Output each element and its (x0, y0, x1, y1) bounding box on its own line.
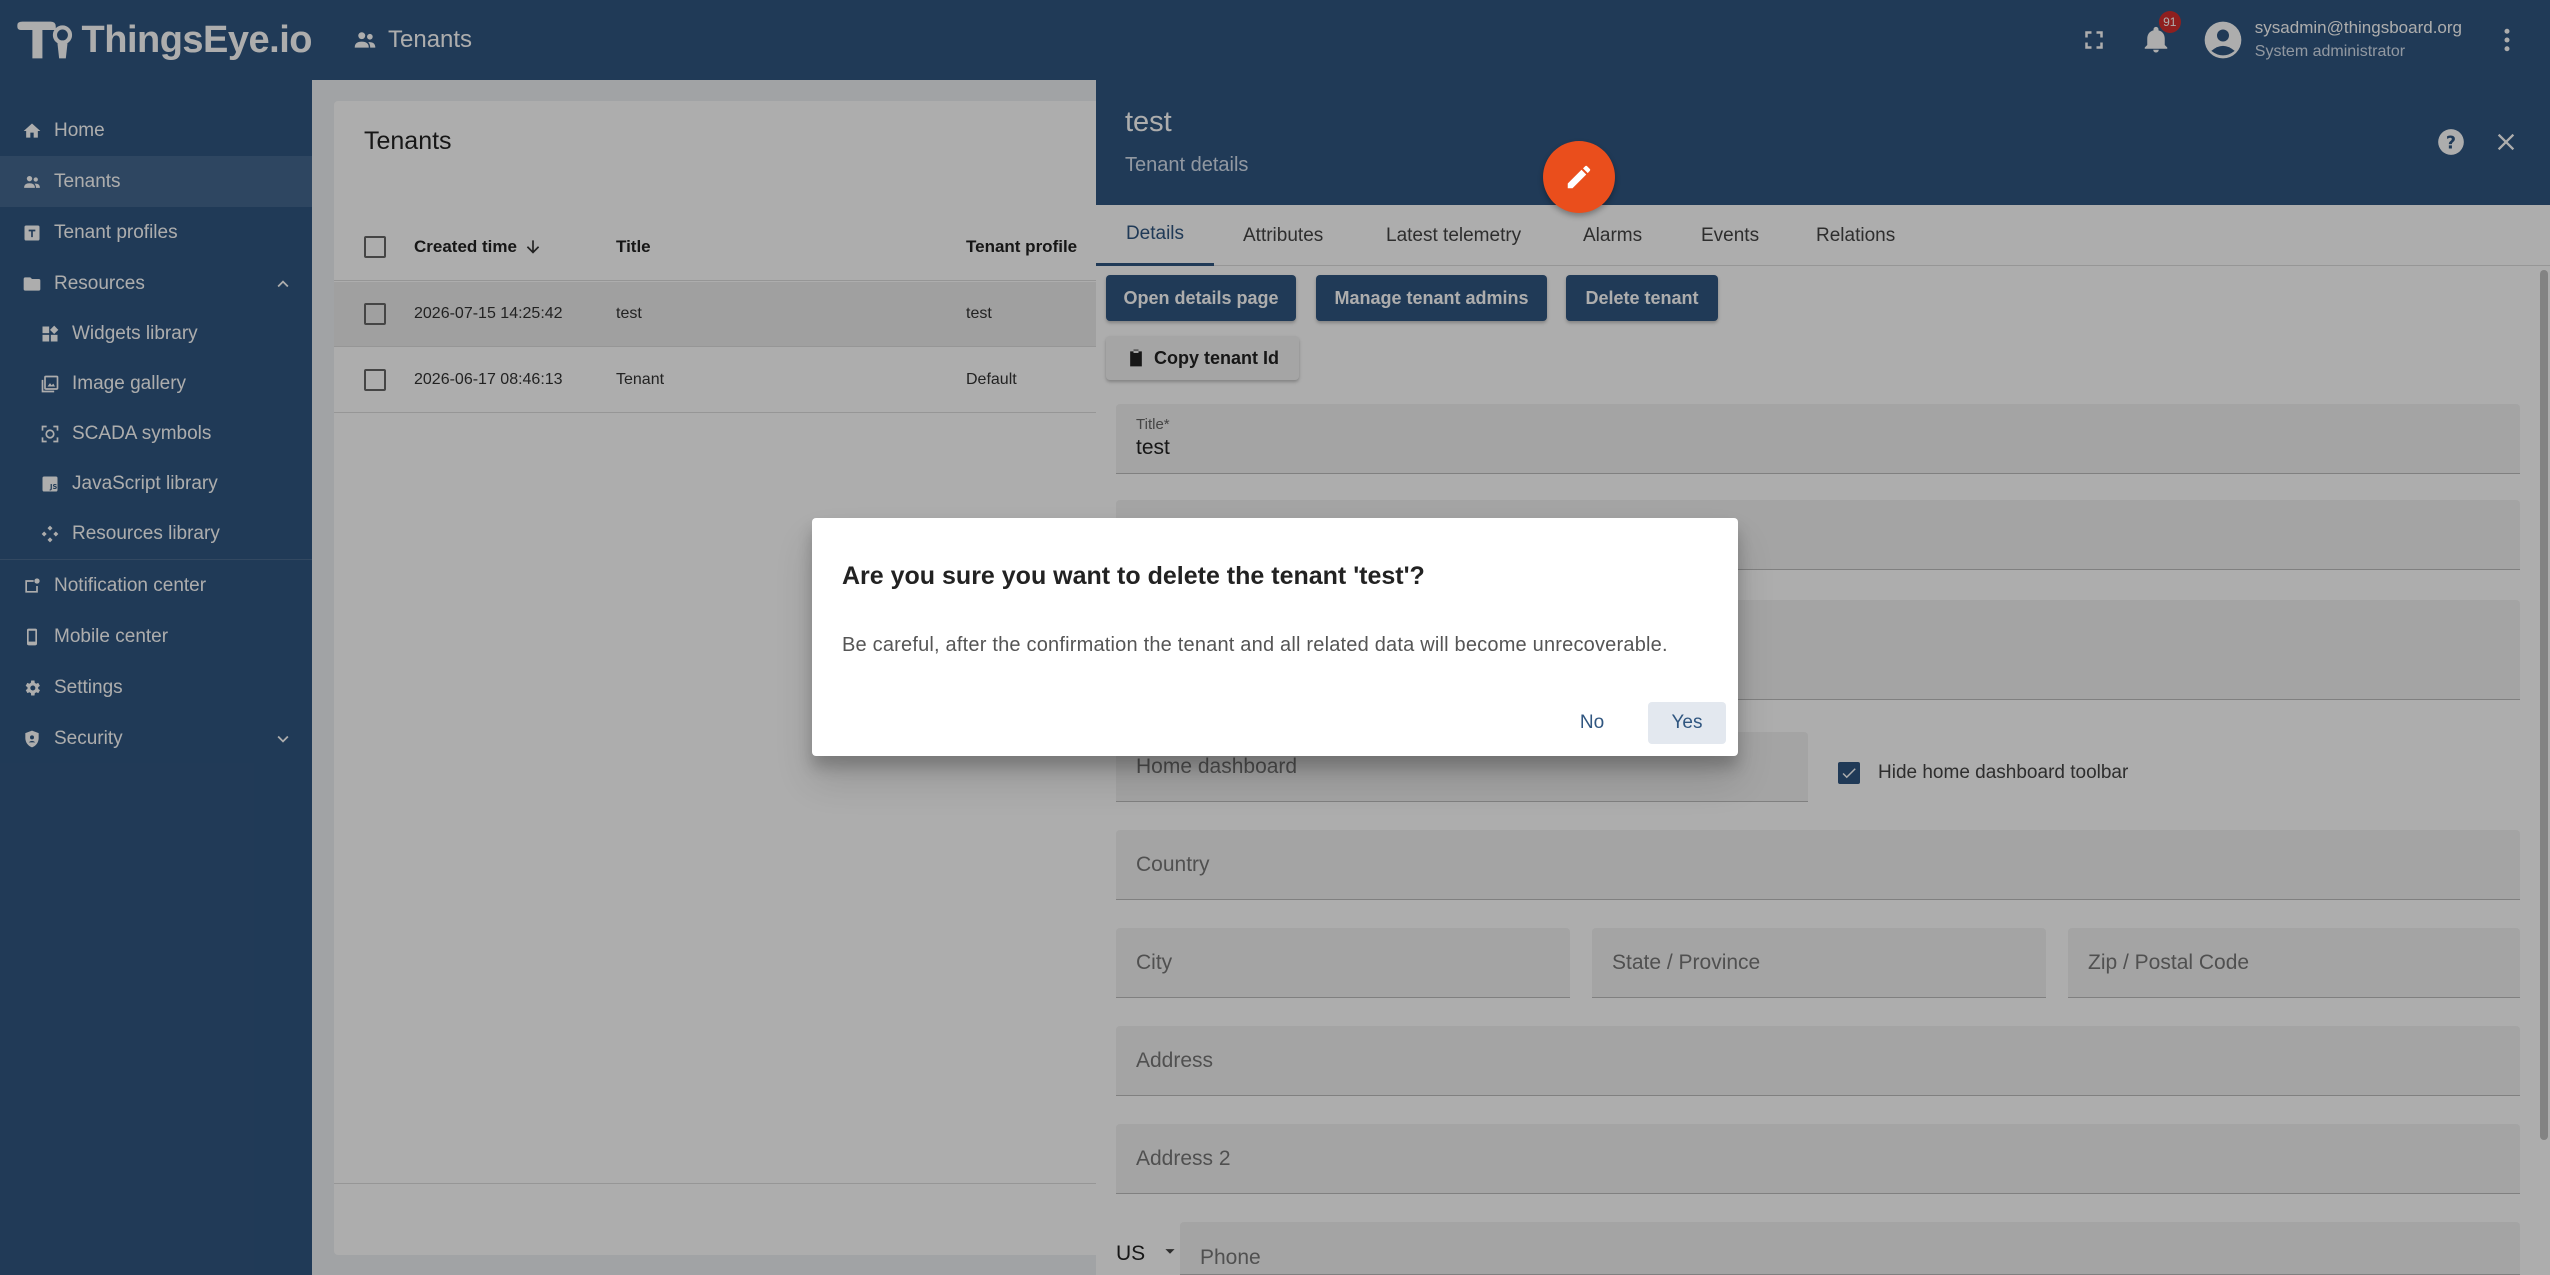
dialog-title: Are you sure you want to delete the tena… (842, 562, 1425, 590)
pencil-icon (1567, 165, 1591, 189)
dialog-message: Be careful, after the confirmation the t… (842, 634, 1668, 656)
dialog-no-button[interactable]: No (1560, 702, 1624, 744)
delete-confirm-dialog: Are you sure you want to delete the tena… (812, 518, 1738, 756)
dialog-yes-button[interactable]: Yes (1648, 702, 1726, 744)
edit-fab-button[interactable] (1543, 141, 1615, 213)
